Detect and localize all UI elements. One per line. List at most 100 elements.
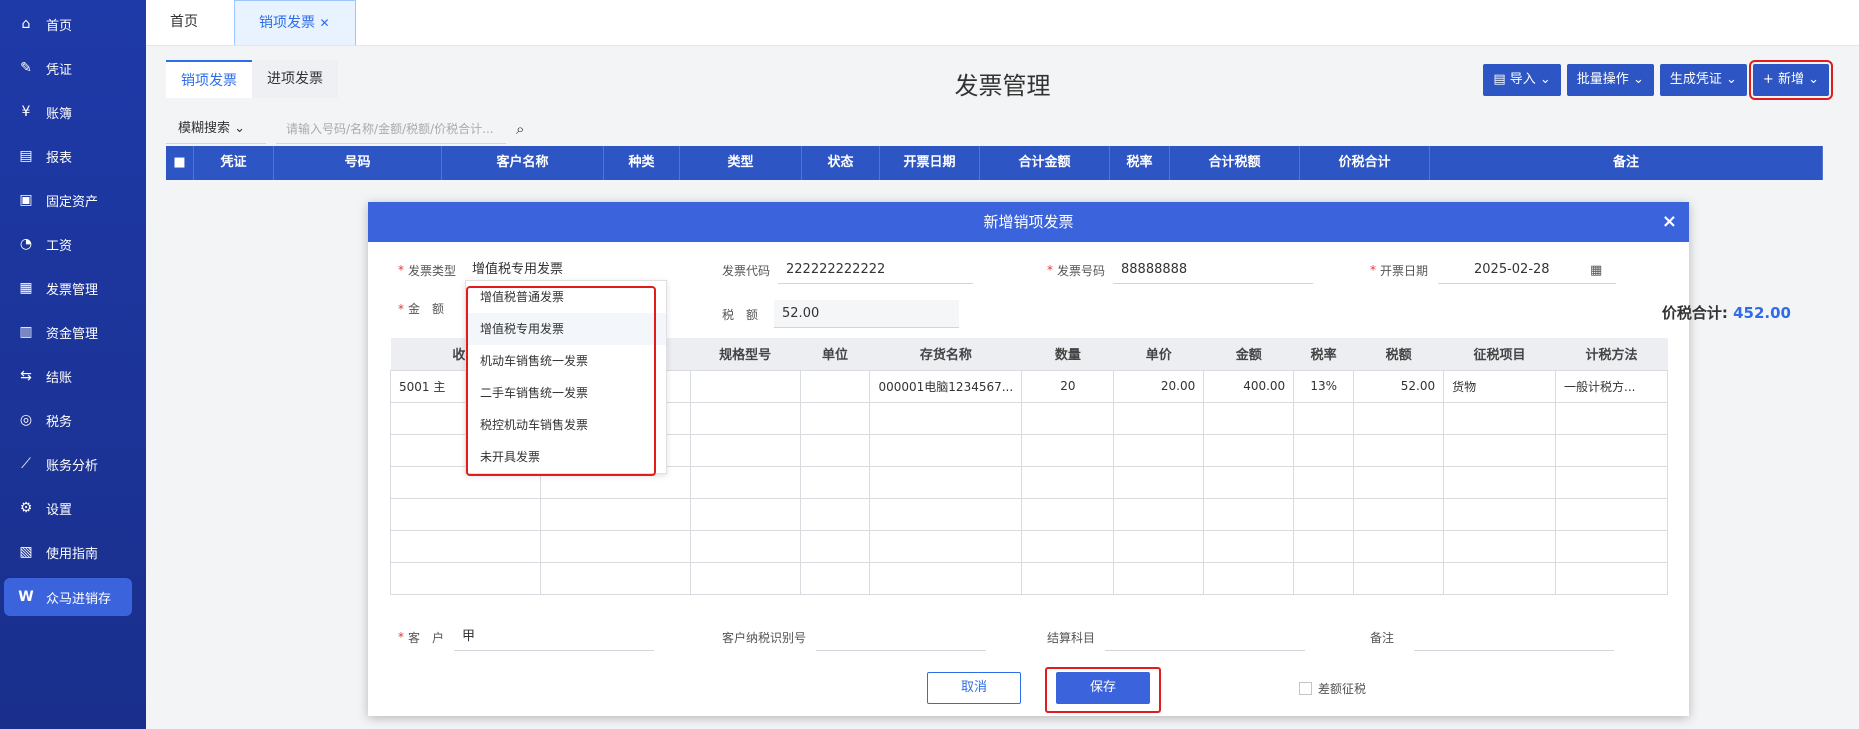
sidebar-item-zhongma[interactable]: W 众马进销存 <box>4 578 132 616</box>
invoice-number-input[interactable]: 88888888 <box>1113 256 1314 284</box>
search-mode-select[interactable]: 模糊搜索 ⌄ <box>166 114 266 144</box>
settlement-input[interactable] <box>1105 623 1306 651</box>
toolbar: ▤ 导入 ⌄ 批量操作 ⌄ 生成凭证 ⌄ + 新增 ⌄ <box>1483 60 1834 100</box>
generate-label: 生成凭证 <box>1669 72 1722 87</box>
sidebar-item-tax[interactable]: ◎ 税务 <box>0 398 146 442</box>
sidebar-item-funds[interactable]: ▥ 资金管理 <box>0 310 146 354</box>
close-books-icon: ⇆ <box>20 368 32 384</box>
tab-home[interactable]: 首页 <box>146 0 234 45</box>
table-row[interactable] <box>390 561 1668 595</box>
sidebar-item-report[interactable]: ▤ 报表 <box>0 134 146 178</box>
checkbox[interactable] <box>1299 682 1312 695</box>
add-button[interactable]: + 新增 ⌄ <box>1748 60 1834 100</box>
sidebar-item-settings[interactable]: ⚙ 设置 <box>0 486 146 530</box>
sidebar-item-voucher[interactable]: ✎ 凭证 <box>0 46 146 90</box>
cell[interactable] <box>689 369 801 403</box>
tax-icon: ◎ <box>19 412 33 428</box>
cell[interactable]: 13% <box>1293 369 1355 403</box>
col-header[interactable]: 种类 <box>604 146 680 180</box>
generate-voucher-button[interactable]: 生成凭证 ⌄ <box>1659 64 1747 96</box>
col-header[interactable]: 合计金额 <box>980 146 1110 180</box>
remark-input[interactable] <box>1414 623 1615 651</box>
col-header: 计税方法 <box>1555 338 1668 370</box>
field-label: 税 额 <box>722 307 759 322</box>
import-icon: ▤ <box>1493 72 1510 87</box>
col-header[interactable]: 状态 <box>802 146 880 180</box>
import-button[interactable]: ▤ 导入 ⌄ <box>1483 64 1561 96</box>
chevron-down-icon: ⌄ <box>234 121 246 136</box>
col-header[interactable]: 号码 <box>274 146 442 180</box>
sidebar-item-label: 凭证 <box>46 62 73 78</box>
col-header[interactable]: 税率 <box>1110 146 1170 180</box>
col-header[interactable]: 备注 <box>1430 146 1823 180</box>
sidebar-item-label: 税务 <box>46 414 73 430</box>
cell[interactable]: 400.00 <box>1203 369 1295 403</box>
table-row[interactable] <box>390 497 1668 531</box>
save-button[interactable]: 保存 <box>1056 672 1150 704</box>
sidebar-item-label: 账簿 <box>46 106 73 122</box>
col-header[interactable]: 客户名称 <box>442 146 604 180</box>
col-header[interactable]: 合计税额 <box>1170 146 1300 180</box>
sidebar-item-close-books[interactable]: ⇆ 结账 <box>0 354 146 398</box>
invoice-type-dropdown: 增值税普通发票 增值税专用发票 机动车销售统一发票 二手车销售统一发票 税控机动… <box>465 280 667 474</box>
table-row[interactable] <box>390 529 1668 563</box>
dropdown-option[interactable]: 机动车销售统一发票 <box>466 345 666 377</box>
close-icon[interactable]: × <box>1662 202 1677 242</box>
sidebar-item-analysis[interactable]: ⟋ 账务分析 <box>0 442 146 486</box>
col-header: 税率 <box>1293 338 1354 370</box>
dropdown-option[interactable]: 未开具发票 <box>466 441 666 473</box>
field-label: 客户纳税识别号 <box>722 630 807 645</box>
cell[interactable]: 20 <box>1021 369 1115 403</box>
sidebar-item-invoice[interactable]: ▦ 发票管理 <box>0 266 146 310</box>
col-header: 单位 <box>800 338 870 370</box>
dropdown-option-selected[interactable]: 增值税专用发票 <box>466 313 666 345</box>
dropdown-option[interactable]: 税控机动车销售发票 <box>466 409 666 441</box>
invoice-code-input[interactable]: 222222222222 <box>778 256 974 284</box>
grid-header: ■ 凭证 号码 客户名称 种类 类型 状态 开票日期 合计金额 税率 合计税额 … <box>166 146 1823 180</box>
sidebar-item-salary[interactable]: ◔ 工资 <box>0 222 146 266</box>
col-header: 征税项目 <box>1443 338 1556 370</box>
invoice-code-field: 发票代码 222222222222 <box>722 256 974 284</box>
guide-icon: ▧ <box>19 544 33 560</box>
customer-input[interactable]: 甲 <box>454 623 655 651</box>
field-label: 发票类型 <box>408 263 457 278</box>
close-icon[interactable]: ✕ <box>319 16 329 30</box>
sidebar-item-label: 结账 <box>46 370 73 386</box>
voucher-icon: ✎ <box>20 60 32 76</box>
invoice-icon: ▦ <box>19 280 33 296</box>
cell[interactable] <box>799 369 871 403</box>
search-input[interactable]: 请输入号码/名称/金额/税额/价税合计... <box>276 114 506 144</box>
cancel-button[interactable]: 取消 <box>927 672 1021 704</box>
settlement-field: 结算科目 <box>1047 623 1306 651</box>
customer-taxid-input[interactable] <box>816 623 987 651</box>
cell[interactable]: 一般计税方... <box>1555 369 1668 403</box>
settings-icon: ⚙ <box>19 500 33 516</box>
import-label: 导入 <box>1509 72 1536 87</box>
col-header[interactable]: 类型 <box>680 146 802 180</box>
sidebar-item-home[interactable]: ⌂ 首页 <box>0 2 146 46</box>
sidebar-item-label: 发票管理 <box>46 282 99 298</box>
field-label: 客 户 <box>408 630 445 645</box>
batch-button[interactable]: 批量操作 ⌄ <box>1566 64 1654 96</box>
tab-sales-invoice[interactable]: 销项发票 ✕ <box>234 0 356 45</box>
diff-tax-checkbox[interactable]: 差额征税 <box>1299 680 1366 697</box>
search-icon[interactable]: ⌕ <box>516 120 524 138</box>
cell[interactable]: 52.00 <box>1353 369 1445 403</box>
sidebar-item-ledger[interactable]: ¥ 账簿 <box>0 90 146 134</box>
col-header[interactable]: 价税合计 <box>1300 146 1430 180</box>
dropdown-option[interactable]: 增值税普通发票 <box>466 281 666 313</box>
dropdown-option[interactable]: 二手车销售统一发票 <box>466 377 666 409</box>
sidebar-item-asset[interactable]: ▣ 固定资产 <box>0 178 146 222</box>
col-header[interactable]: 开票日期 <box>880 146 980 180</box>
col-header[interactable]: 凭证 <box>194 146 274 180</box>
select-all-checkbox[interactable]: ■ <box>166 146 194 180</box>
tax-input[interactable]: 52.00 <box>774 300 960 328</box>
remark-field: 备注 <box>1370 623 1615 651</box>
sidebar-item-label: 工资 <box>46 238 73 254</box>
sidebar-item-guide[interactable]: ▧ 使用指南 <box>0 530 146 574</box>
cell[interactable]: 货物 <box>1443 369 1556 403</box>
sidebar-item-label: 众马进销存 <box>46 591 112 607</box>
calendar-icon[interactable]: ▦ <box>1590 263 1602 278</box>
cell[interactable]: 000001电脑1234567... <box>869 369 1023 403</box>
cell[interactable]: 20.00 <box>1113 369 1205 403</box>
